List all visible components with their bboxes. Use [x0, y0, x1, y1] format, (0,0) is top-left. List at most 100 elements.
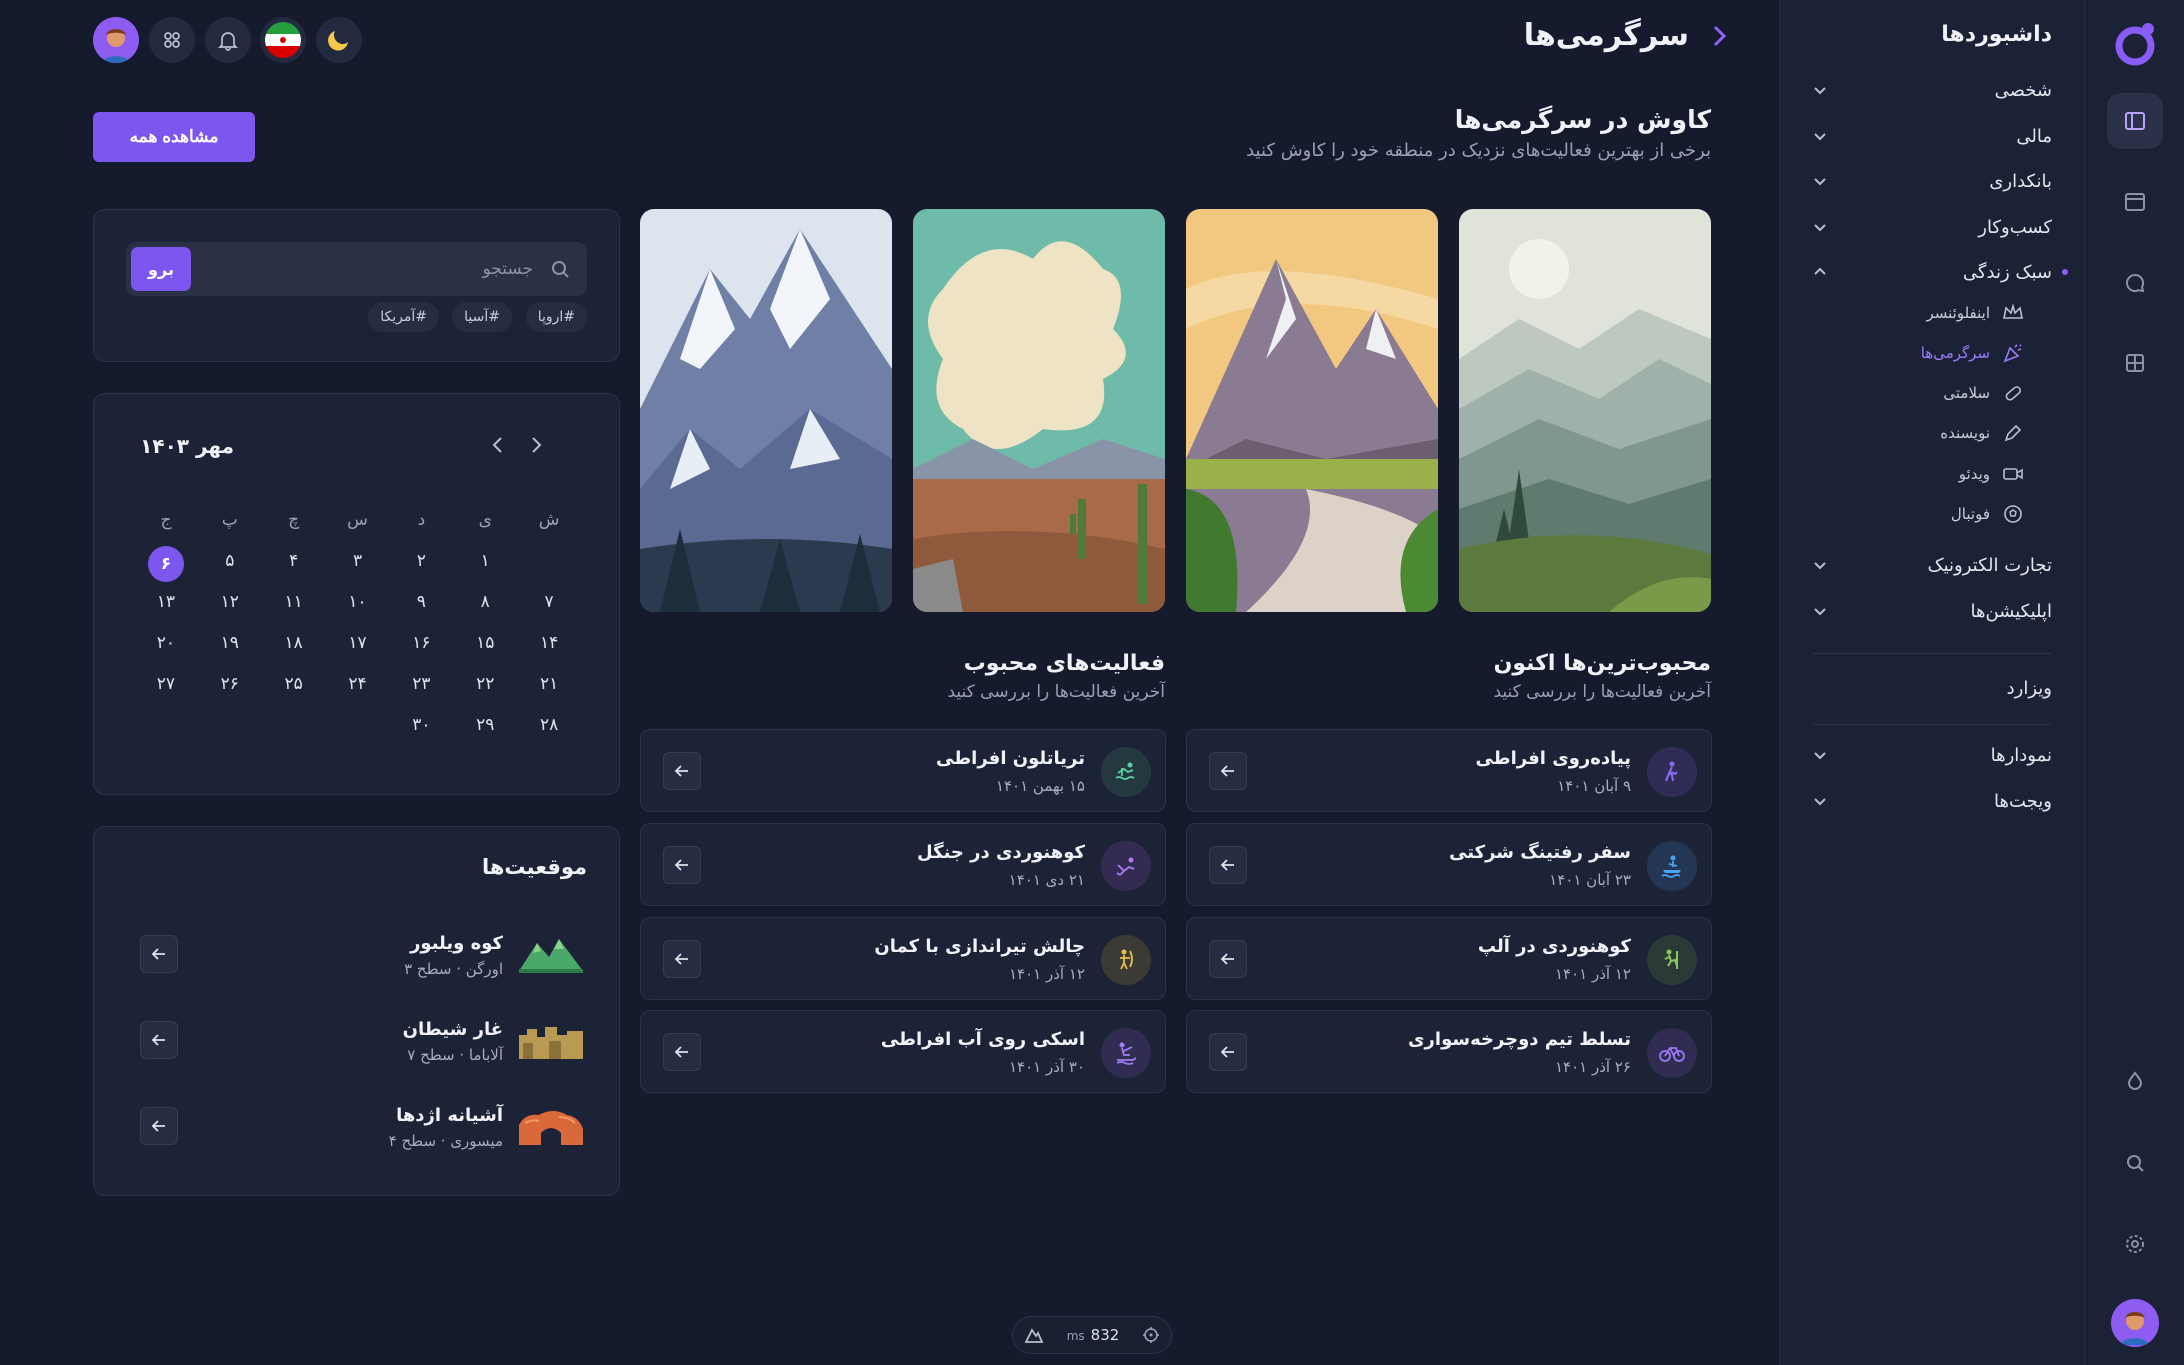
- landscape-card-misty-forest[interactable]: [1459, 209, 1711, 612]
- arrow-left-icon: [151, 1034, 165, 1046]
- popular-activity-card[interactable]: اسکی روی آب افراطی ۳۰ آذر ۱۴۰۱: [640, 1010, 1166, 1093]
- calendar-next-button[interactable]: [484, 432, 510, 458]
- sidebar-subitem-hobbies[interactable]: سرگرمی‌ها: [1914, 340, 2024, 366]
- sidebar-item-business[interactable]: کسب‌وکار: [1812, 212, 2052, 242]
- calendar-day[interactable]: ۶: [134, 546, 198, 582]
- popular-activity-card[interactable]: چالش تیراندازی با کمان ۱۲ آذر ۱۴۰۱: [640, 917, 1166, 1000]
- calendar-day[interactable]: ۳: [326, 546, 390, 577]
- calendar-day[interactable]: ۱۳: [134, 587, 198, 618]
- theme-toggle-button[interactable]: [316, 17, 362, 63]
- calendar-day[interactable]: ۱۰: [326, 587, 390, 618]
- tag-america[interactable]: #آمریکا: [368, 302, 439, 332]
- arrow-left-button[interactable]: [140, 1021, 178, 1059]
- user-avatar[interactable]: [2111, 1299, 2159, 1347]
- search-rail-button[interactable]: [2107, 1135, 2163, 1191]
- calendar-day[interactable]: ۴: [262, 546, 326, 577]
- calendar-day[interactable]: ۹: [389, 587, 453, 618]
- calendar-day-number: ۱۶: [412, 633, 431, 653]
- sidebar-subitem-football[interactable]: فوتبال: [1914, 501, 2024, 527]
- settings-rail-button[interactable]: [2107, 1216, 2163, 1272]
- calendar-day[interactable]: ۷: [517, 587, 581, 618]
- location-item[interactable]: کوه ویلبور اورگن · سطح ۳: [140, 927, 583, 987]
- calendar-day[interactable]: ۲: [389, 546, 453, 577]
- trending-activity-card[interactable]: کوهنوردی در آلپ ۱۲ آذر ۱۴۰۱: [1186, 917, 1712, 1000]
- landscape-card-river-mountain[interactable]: [1186, 209, 1438, 612]
- dashboard-rail-button[interactable]: [2107, 93, 2163, 149]
- calendar-day[interactable]: ۲۶: [198, 669, 262, 700]
- search-go-button[interactable]: برو: [131, 247, 191, 291]
- popular-activity-card[interactable]: تریاتلون افراطی ۱۵ بهمن ۱۴۰۱: [640, 729, 1166, 812]
- notifications-button[interactable]: [205, 17, 251, 63]
- back-chevron-icon[interactable]: [1707, 21, 1731, 51]
- sidebar-subitem-health[interactable]: سلامتی: [1914, 380, 2024, 406]
- arrow-left-button[interactable]: [663, 752, 701, 790]
- calendar-day[interactable]: ۱۷: [326, 628, 390, 659]
- calendar-prev-button[interactable]: [524, 432, 550, 458]
- trending-activity-card[interactable]: پیاده‌روی افراطی ۹ آبان ۱۴۰۱: [1186, 729, 1712, 812]
- arrow-left-button[interactable]: [1209, 940, 1247, 978]
- arrow-left-button[interactable]: [1209, 1033, 1247, 1071]
- performance-widget[interactable]: ms 832: [1012, 1316, 1172, 1354]
- search-input[interactable]: [243, 254, 533, 284]
- calendar-day[interactable]: ۲۵: [262, 669, 326, 700]
- sidebar-item-ecommerce[interactable]: تجارت الکترونیک: [1812, 550, 2052, 580]
- landscape-card-desert-cactus[interactable]: [913, 209, 1165, 612]
- calendar-day[interactable]: ۱۱: [262, 587, 326, 618]
- calendar-day[interactable]: ۲۳: [389, 669, 453, 700]
- browser-rail-button[interactable]: [2107, 174, 2163, 230]
- moon-icon: [328, 31, 348, 51]
- popular-activity-card[interactable]: کوهنوردی در جنگل ۲۱ دی ۱۴۰۱: [640, 823, 1166, 906]
- calendar-day[interactable]: ۲۲: [453, 669, 517, 700]
- arrow-left-button[interactable]: [1209, 752, 1247, 790]
- calendar-day[interactable]: ۱۴: [517, 628, 581, 659]
- sidebar-item-widgets[interactable]: ویجت‌ها: [1812, 786, 2052, 816]
- tag-europe[interactable]: #اروپا: [525, 302, 587, 332]
- arrow-left-button[interactable]: [663, 1033, 701, 1071]
- header-avatar[interactable]: [93, 17, 139, 63]
- tag-asia[interactable]: #آسیا: [452, 302, 512, 332]
- sidebar-subitem-influencer[interactable]: اینفلوئنسر: [1914, 300, 2024, 326]
- sidebar-subitem-writer[interactable]: نویسنده: [1914, 420, 2024, 446]
- calendar-day[interactable]: ۵: [198, 546, 262, 577]
- trending-activity-card[interactable]: سفر رفتینگ شرکتی ۲۳ آبان ۱۴۰۱: [1186, 823, 1712, 906]
- calendar-day[interactable]: ۱: [453, 546, 517, 577]
- calendar-day[interactable]: ۱۹: [198, 628, 262, 659]
- chat-rail-button[interactable]: [2107, 255, 2163, 311]
- sidebar-item-finance[interactable]: مالی: [1812, 121, 2052, 151]
- landscape-card-snowy-peaks[interactable]: [640, 209, 892, 612]
- apps-button[interactable]: [149, 17, 195, 63]
- sidebar-item-applications[interactable]: اپلیکیشن‌ها: [1812, 596, 2052, 626]
- location-item[interactable]: غار شیطان آلاباما · سطح ۷: [140, 1013, 583, 1073]
- sidebar-item-wizard[interactable]: ویزارد: [1812, 673, 2052, 703]
- trending-activity-card[interactable]: تسلط تیم دوچرخه‌سواری ۲۶ آذر ۱۴۰۱: [1186, 1010, 1712, 1093]
- theme-drop-button[interactable]: [2107, 1053, 2163, 1109]
- sidebar-subitem-video[interactable]: ویدئو: [1914, 461, 2024, 487]
- calendar-day[interactable]: ۱۶: [389, 628, 453, 659]
- calendar-day[interactable]: ۸: [453, 587, 517, 618]
- sidebar-item-banking[interactable]: بانکداری: [1812, 166, 2052, 196]
- location-item[interactable]: آشیانه اژدها میسوری · سطح ۴: [140, 1099, 583, 1159]
- popular-title: فعالیت‌های محبوب: [963, 651, 1165, 676]
- sidebar-item-personal[interactable]: شخصی: [1812, 75, 2052, 105]
- calendar-day[interactable]: ۲۸: [517, 710, 581, 741]
- calendar-day[interactable]: ۲۰: [134, 628, 198, 659]
- arrow-left-button[interactable]: [140, 935, 178, 973]
- view-all-button[interactable]: مشاهده همه: [93, 112, 255, 162]
- sidebar-item-charts[interactable]: نمودارها: [1812, 740, 2052, 770]
- calendar-day[interactable]: ۲۴: [326, 669, 390, 700]
- calendar-day[interactable]: ۳۰: [389, 710, 453, 741]
- arrow-left-button[interactable]: [663, 940, 701, 978]
- arrow-left-button[interactable]: [1209, 846, 1247, 884]
- logo-icon[interactable]: [2112, 20, 2158, 66]
- sidebar-item-lifestyle[interactable]: سبک زندگی: [1812, 257, 2052, 287]
- arrow-left-button[interactable]: [663, 846, 701, 884]
- calendar-day[interactable]: ۲۹: [453, 710, 517, 741]
- calendar-day[interactable]: ۲۱: [517, 669, 581, 700]
- calendar-day[interactable]: ۱۲: [198, 587, 262, 618]
- calendar-day[interactable]: ۱۵: [453, 628, 517, 659]
- calendar-day[interactable]: ۲۷: [134, 669, 198, 700]
- language-button[interactable]: [260, 17, 306, 63]
- arrow-left-button[interactable]: [140, 1107, 178, 1145]
- calendar-day[interactable]: ۱۸: [262, 628, 326, 659]
- grid-rail-button[interactable]: [2107, 335, 2163, 391]
